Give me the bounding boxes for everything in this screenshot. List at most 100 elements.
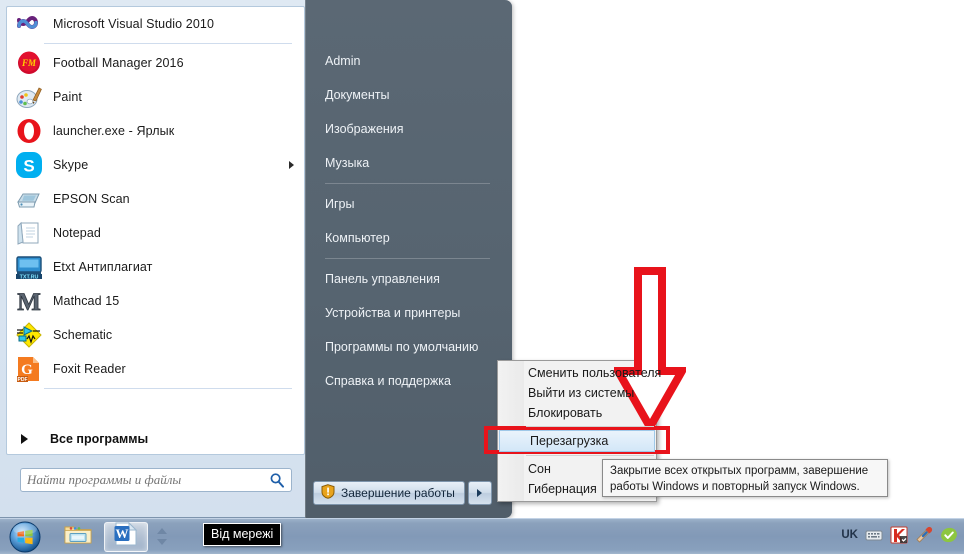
user-place-item[interactable]: Компьютер [305, 221, 512, 255]
user-place-label: Компьютер [325, 231, 390, 245]
power-menu-item[interactable]: Выйти из системы [498, 383, 656, 403]
mathcad-icon: M [15, 287, 43, 317]
green-check-icon[interactable] [940, 526, 958, 544]
desktop: Microsoft Visual Studio 2010 FM Football… [0, 0, 964, 554]
program-item-label: Mathcad 15 [53, 294, 120, 308]
shutdown-button[interactable]: Завершение работы [313, 481, 465, 505]
power-menu-item[interactable]: Гибернация [498, 479, 656, 499]
user-places-list: Admin Документы Изображения Музыка Игры Компь… [305, 0, 512, 398]
search-row [6, 460, 305, 510]
all-programs-button[interactable]: Все программы [7, 424, 304, 454]
program-item[interactable]: Schematic [7, 318, 304, 352]
program-item-label: Etxt Антиплагиат [53, 260, 153, 274]
shutdown-row: Завершение работы [313, 481, 492, 505]
svg-text:PDF: PDF [18, 377, 28, 383]
power-options-list: Сменить пользователя Выйти из системы Блок… [498, 363, 661, 499]
action-center-icon[interactable] [915, 526, 933, 544]
user-place-item[interactable]: Документы [305, 78, 512, 112]
chevron-up-icon[interactable] [156, 528, 167, 534]
system-tray: UK [841, 526, 958, 544]
kaspersky-icon[interactable] [890, 526, 908, 544]
etxt-antiplagiat-icon: TXT.RU [15, 253, 43, 281]
program-item-label: Notepad [53, 226, 101, 240]
all-programs-label: Все программы [50, 432, 149, 446]
network-tooltip-text: Від мережі [211, 527, 274, 541]
program-item[interactable]: M Mathcad 15 [7, 284, 304, 318]
user-place-label: Музыка [325, 156, 370, 170]
program-item-label: Paint [53, 90, 82, 104]
user-place-item[interactable]: Музыка [305, 146, 512, 180]
start-button[interactable] [2, 520, 48, 554]
search-icon [269, 472, 285, 488]
program-item[interactable]: S Skype [7, 148, 304, 182]
user-place-item[interactable]: Изображения [305, 112, 512, 146]
svg-text:S: S [23, 157, 34, 176]
user-place-label: Программы по умолчанию [325, 340, 479, 354]
user-places-pane: Admin Документы Изображения Музыка Игры Компь… [305, 0, 512, 518]
taskbar-scroll-arrows[interactable] [154, 522, 169, 552]
taskbar-button-word[interactable]: W [104, 521, 148, 552]
foxit-reader-icon: G PDF [15, 355, 43, 383]
language-indicator[interactable]: UK [841, 529, 858, 541]
program-item[interactable]: Paint [7, 80, 304, 114]
schematic-icon [15, 321, 43, 349]
power-options-menu: Сменить пользователя Выйти из системы Блок… [497, 360, 661, 502]
search-input[interactable] [27, 472, 269, 488]
skype-icon: S [15, 151, 43, 179]
power-menu-item-selected[interactable]: Перезагрузка [499, 430, 655, 452]
user-place-item[interactable]: Справка и поддержка [305, 364, 512, 398]
word-icon: W [113, 521, 139, 552]
svg-text:W: W [116, 526, 129, 541]
menu-separator [325, 258, 490, 259]
network-tooltip: Від мережі [203, 523, 282, 546]
football-manager-icon: FM [15, 49, 43, 77]
user-place-label: Документы [325, 88, 390, 102]
shutdown-options-button[interactable] [467, 481, 492, 505]
power-menu-item[interactable]: Блокировать [498, 403, 656, 423]
user-place-label: Устройства и принтеры [325, 306, 461, 320]
program-item-label: EPSON Scan [53, 192, 130, 206]
program-item-label: Microsoft Visual Studio 2010 [53, 17, 214, 31]
program-item-label: launcher.exe - Ярлык [53, 124, 175, 138]
program-item-label: Skype [53, 158, 89, 172]
program-item[interactable]: TXT.RU Etxt Антиплагиат [7, 250, 304, 284]
user-place-item[interactable]: Программы по умолчанию [305, 330, 512, 364]
user-place-label: Игры [325, 197, 355, 211]
chevron-down-icon[interactable] [156, 539, 167, 545]
program-list: Microsoft Visual Studio 2010 FM Football… [7, 7, 304, 389]
menu-separator [325, 183, 490, 184]
search-box[interactable] [20, 468, 292, 492]
program-item[interactable]: FM Football Manager 2016 [7, 46, 304, 80]
svg-text:M: M [17, 289, 41, 315]
user-place-item[interactable]: Устройства и принтеры [305, 296, 512, 330]
visual-studio-icon [15, 10, 43, 38]
paint-icon [15, 83, 43, 111]
chevron-right-icon [477, 489, 483, 497]
svg-text:TXT.RU: TXT.RU [20, 274, 39, 280]
program-item[interactable]: G PDF Foxit Reader [7, 352, 304, 386]
program-item-label: Schematic [53, 328, 113, 342]
user-place-label: Admin [325, 54, 361, 68]
folder-icon [64, 521, 92, 552]
taskbar: W UK [0, 518, 964, 554]
program-item[interactable]: Microsoft Visual Studio 2010 [7, 7, 304, 41]
menu-separator [44, 388, 292, 389]
submenu-arrow-icon [289, 161, 294, 169]
shutdown-label: Завершение работы [341, 486, 455, 500]
notepad-icon [15, 219, 43, 247]
menu-separator [44, 43, 292, 44]
user-place-item[interactable]: Игры [305, 187, 512, 221]
power-menu-item[interactable]: Сон [498, 459, 656, 479]
taskbar-button-explorer[interactable] [56, 522, 100, 552]
svg-text:FM: FM [21, 58, 37, 68]
menu-separator [526, 426, 654, 427]
user-place-label: Панель управления [325, 272, 440, 286]
program-item[interactable]: Notepad [7, 216, 304, 250]
keyboard-icon[interactable] [865, 526, 883, 544]
program-item[interactable]: EPSON Scan [7, 182, 304, 216]
user-place-item[interactable]: Панель управления [305, 262, 512, 296]
power-menu-item[interactable]: Сменить пользователя [498, 363, 661, 383]
menu-separator [526, 455, 654, 456]
program-item[interactable]: launcher.exe - Ярлык [7, 114, 304, 148]
user-place-item[interactable]: Admin [305, 44, 512, 78]
